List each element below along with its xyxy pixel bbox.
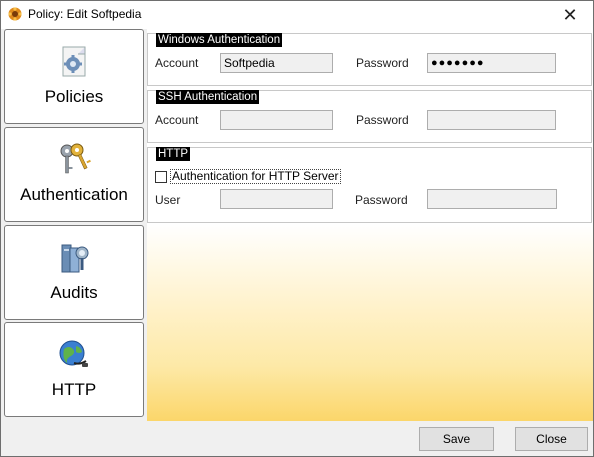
account-label: Account [155,113,199,127]
app-flower-icon [8,7,22,21]
user-label: User [155,193,181,207]
ssh-password-field[interactable] [427,110,556,130]
nav-item-label: HTTP [51,380,97,399]
settings-panel: Windows Authentication Account Softpedia… [147,29,593,421]
http-password-field[interactable] [427,189,557,209]
windows-password-field[interactable]: ●●●●●●● [427,53,556,73]
save-button[interactable]: Save [419,427,494,451]
ssh-account-field[interactable] [220,110,333,130]
nav-item-policies[interactable]: Policies [4,29,144,124]
nav-item-label: Authentication [20,185,128,204]
group-title: Windows Authentication [156,33,283,47]
keys-icon [60,143,91,174]
nav-item-audits[interactable]: Audits [4,225,144,320]
dialog-footer: Save Close [1,421,593,456]
password-label: Password [356,113,409,127]
close-button[interactable]: Close [515,427,588,451]
http-auth-checkbox-label[interactable]: Authentication for HTTP Server [170,169,341,184]
http-user-field[interactable] [220,189,333,209]
http-group: HTTP Authentication for HTTP Server User… [147,147,592,223]
password-label: Password [356,56,409,70]
windows-authentication-group: Windows Authentication Account Softpedia… [147,33,592,86]
close-icon[interactable]: ✕ [562,5,577,26]
nav-item-authentication[interactable]: Authentication [4,127,144,222]
group-title: SSH Authentication [156,90,260,104]
windows-account-field[interactable]: Softpedia [220,53,333,73]
group-title: HTTP [156,147,191,161]
ssh-authentication-group: SSH Authentication Account Password [147,90,592,143]
password-label: Password [355,193,408,207]
window-close-button[interactable]: ✕ [547,1,593,29]
http-auth-checkbox[interactable] [155,170,167,183]
nav-item-label: Policies [44,87,104,106]
title-bar: Policy: Edit Softpedia ✕ [1,1,593,29]
gear-document-icon [62,46,86,77]
nav-item-label: Audits [50,283,98,302]
audit-books-icon [61,244,89,273]
globe-icon [59,340,88,367]
policy-edit-window: Policy: Edit Softpedia ✕ Policies Authen… [0,0,594,457]
nav-item-http[interactable]: HTTP [4,322,144,417]
account-label: Account [155,56,199,70]
nav-sidebar: Policies Authentication Audits HTTP [4,29,146,421]
http-auth-checkbox-row[interactable]: Authentication for HTTP Server [155,169,341,184]
window-title: Policy: Edit Softpedia [28,7,142,21]
